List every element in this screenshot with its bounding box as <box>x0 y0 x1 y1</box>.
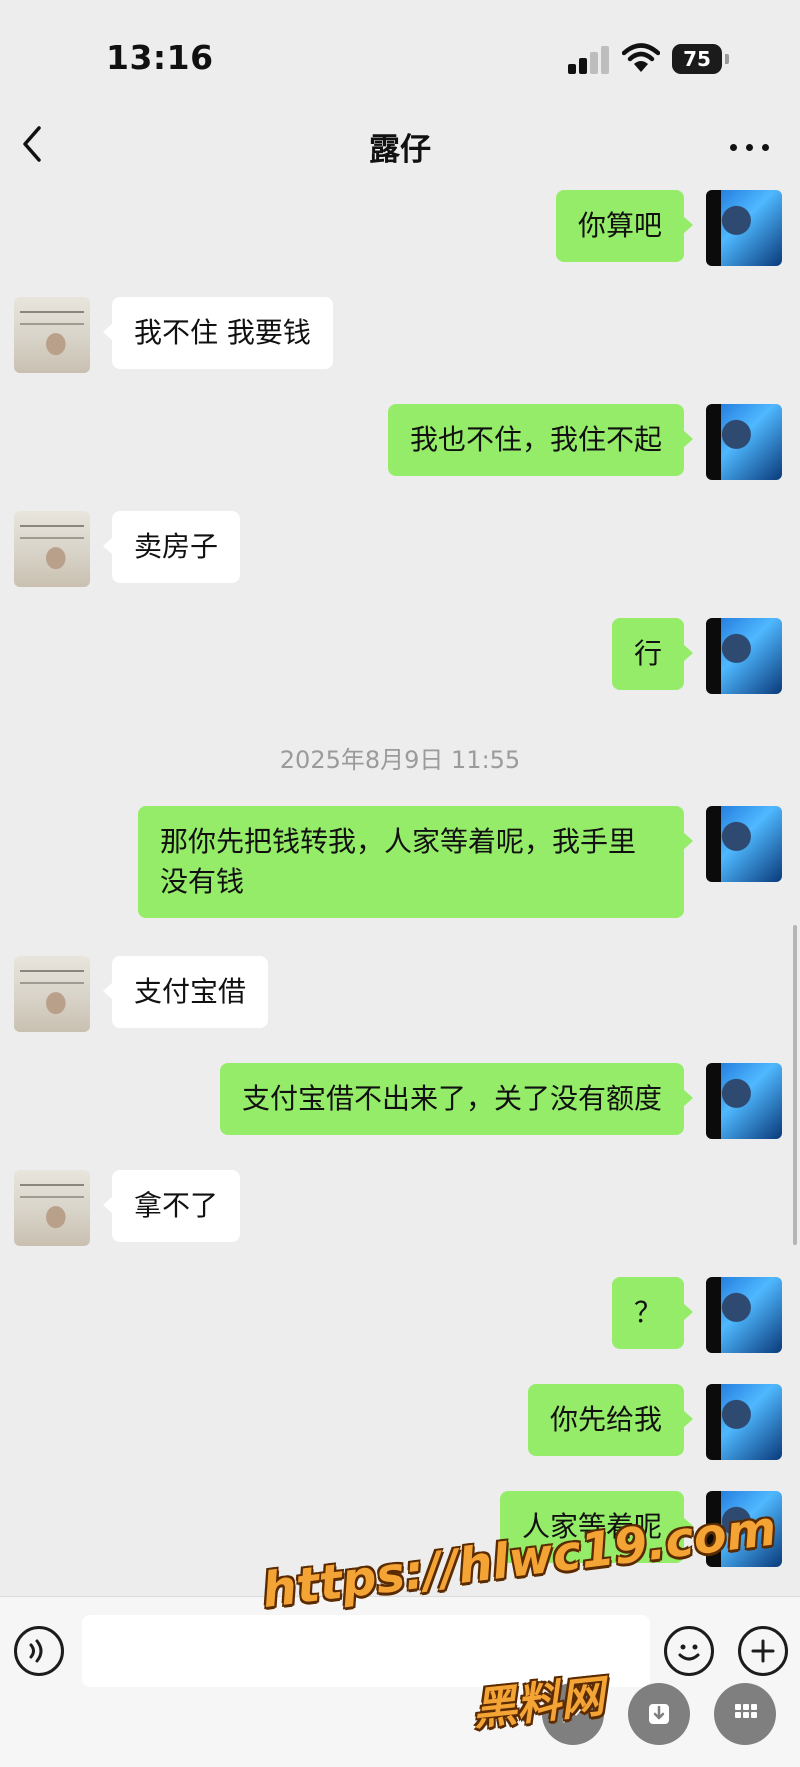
watermark-brand: 黑料网 <box>470 1671 607 1736</box>
my-avatar[interactable] <box>706 1277 782 1353</box>
status-bar: 13:16 75 <box>0 0 800 110</box>
outgoing-message-bubble[interactable]: 那你先把钱转我，人家等着呢，我手里没有钱 <box>138 806 693 918</box>
scrollbar[interactable] <box>793 925 797 1245</box>
add-attachment-icon[interactable] <box>738 1626 788 1676</box>
contact-avatar[interactable] <box>14 297 90 373</box>
outgoing-message-bubble[interactable]: 你先给我 <box>527 1384 694 1456</box>
incoming-message-bubble[interactable]: 拿不了 <box>102 1170 241 1242</box>
my-avatar[interactable] <box>706 190 782 266</box>
contact-avatar[interactable] <box>14 956 90 1032</box>
contact-avatar[interactable] <box>14 1170 90 1246</box>
my-avatar[interactable] <box>706 806 782 882</box>
contact-name: 露仔 <box>369 132 431 168</box>
apps-grid-icon[interactable] <box>714 1683 776 1745</box>
my-avatar[interactable] <box>706 1384 782 1460</box>
outgoing-message-bubble[interactable]: 行 <box>611 618 694 690</box>
voice-input-icon[interactable] <box>14 1626 64 1676</box>
emoji-icon[interactable] <box>664 1626 714 1676</box>
outgoing-message-bubble[interactable]: 你算吧 <box>555 190 694 262</box>
battery-indicator: 75 <box>672 44 729 74</box>
outgoing-message-bubble[interactable]: ？ <box>611 1277 694 1349</box>
my-avatar[interactable] <box>706 404 782 480</box>
incoming-message-bubble[interactable]: 支付宝借 <box>102 956 269 1028</box>
outgoing-message-bubble[interactable]: 我也不住，我住不起 <box>387 404 694 476</box>
message-list[interactable]: 你算吧 我不住 我要钱 我也不住，我住不起 卖房子 行 2025年8月9日 11… <box>0 184 800 1596</box>
download-icon[interactable] <box>628 1683 690 1745</box>
outgoing-message-bubble[interactable]: 支付宝借不出来了，关了没有额度 <box>219 1063 694 1135</box>
my-avatar[interactable] <box>706 1063 782 1139</box>
incoming-message-bubble[interactable]: 卖房子 <box>102 511 241 583</box>
status-time: 13:16 <box>106 38 214 77</box>
chat-header: 露仔 <box>0 110 800 184</box>
message-timestamp: 2025年8月9日 11:55 <box>279 746 521 774</box>
cellular-signal-icon <box>568 46 610 74</box>
wifi-icon <box>622 43 660 72</box>
contact-avatar[interactable] <box>14 511 90 587</box>
incoming-message-bubble[interactable]: 我不住 我要钱 <box>103 297 333 369</box>
my-avatar[interactable] <box>706 618 782 694</box>
more-options-icon[interactable] <box>728 126 772 166</box>
message-input-bar: https://hlwc19.com 黑料网 <box>0 1500 800 1767</box>
